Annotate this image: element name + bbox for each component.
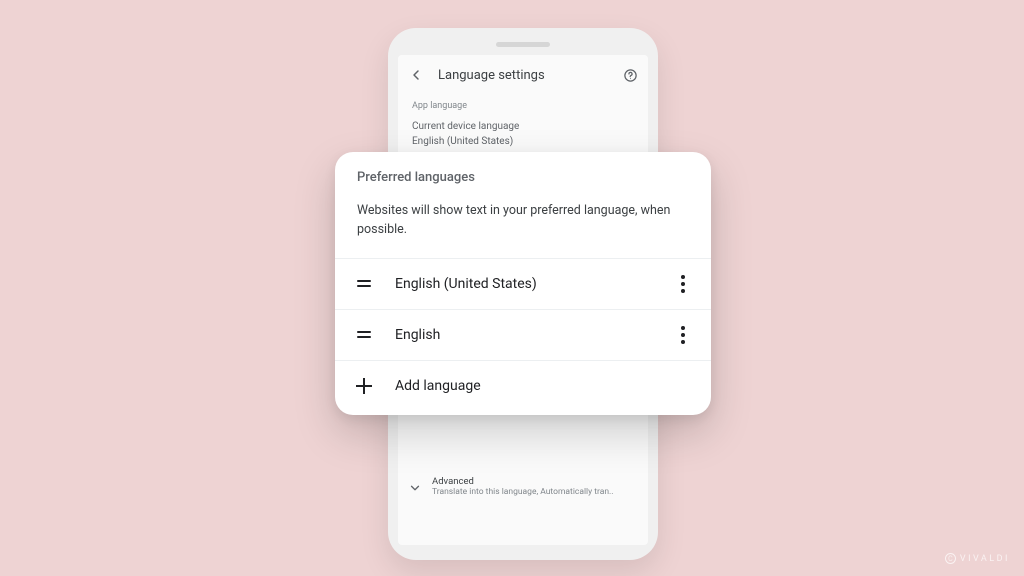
watermark-text: VIVALDI — [960, 554, 1010, 564]
help-icon[interactable] — [623, 68, 638, 83]
more-options-icon[interactable] — [671, 326, 695, 344]
advanced-subtitle: Translate into this language, Automatica… — [432, 487, 634, 497]
app-bar: Language settings — [398, 55, 648, 95]
sheet-title: Preferred languages — [335, 152, 711, 189]
add-language-label: Add language — [373, 378, 481, 394]
drag-handle-icon[interactable] — [355, 280, 373, 287]
plus-icon — [355, 377, 373, 395]
language-name: English (United States) — [373, 276, 671, 292]
back-icon[interactable] — [408, 67, 424, 83]
watermark: c VIVALDI — [945, 553, 1010, 564]
sheet-description: Websites will show text in your preferre… — [335, 189, 711, 258]
current-device-language-label: Current device language — [398, 119, 648, 134]
section-label-app-language: App language — [398, 95, 648, 119]
chevron-down-icon — [408, 476, 422, 499]
current-device-language-value: English (United States) — [398, 134, 648, 149]
language-row: English (United States) — [335, 258, 711, 309]
copyright-icon: c — [945, 553, 956, 564]
preferred-languages-sheet: Preferred languages Websites will show t… — [335, 152, 711, 415]
drag-handle-icon[interactable] — [355, 331, 373, 338]
more-options-icon[interactable] — [671, 275, 695, 293]
page-title: Language settings — [424, 68, 623, 83]
advanced-title: Advanced — [432, 476, 634, 487]
language-row: English — [335, 309, 711, 360]
language-name: English — [373, 327, 671, 343]
phone-speaker — [496, 42, 550, 47]
add-language-button[interactable]: Add language — [335, 360, 711, 415]
advanced-row[interactable]: Advanced Translate into this language, A… — [398, 470, 648, 505]
